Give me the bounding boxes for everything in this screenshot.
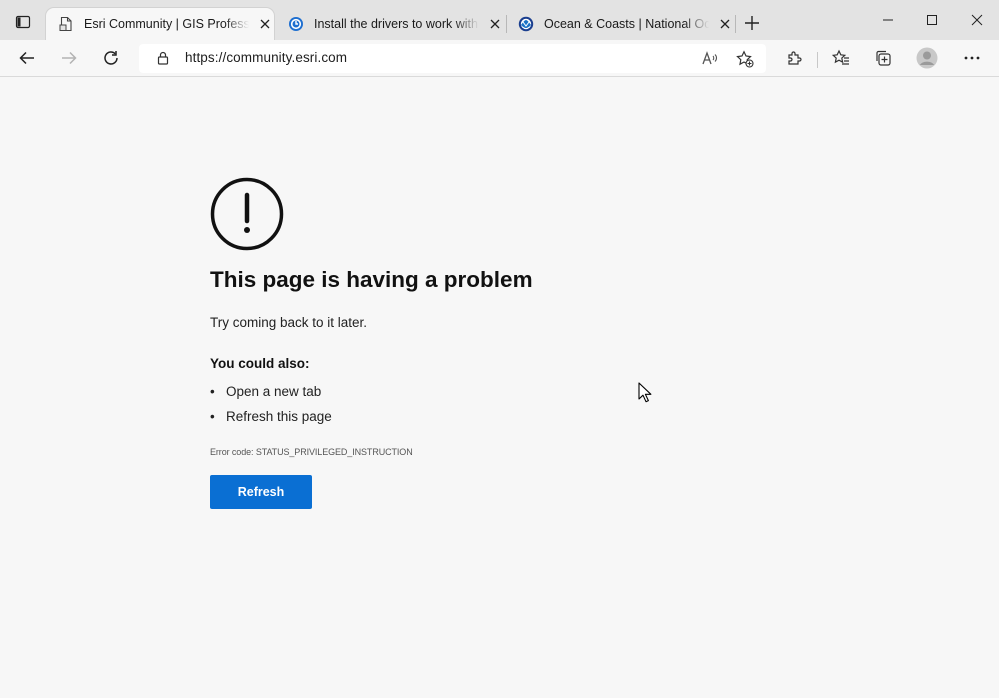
tab-esri-community[interactable]: Esri Community | GIS Professiona <box>46 8 274 40</box>
read-aloud-icon[interactable] <box>700 49 720 69</box>
noaa-logo-icon <box>518 16 534 32</box>
tab-title: Ocean & Coasts | National Ocean <box>544 17 709 31</box>
new-tab-icon[interactable] <box>740 11 764 35</box>
mouse-cursor-icon <box>638 382 652 403</box>
tab-install-drivers[interactable]: Install the drivers to work with M <box>276 8 504 40</box>
error-code: Error code: STATUS_PRIVILEGED_INSTRUCTIO… <box>210 447 413 457</box>
tab-title: Install the drivers to work with M <box>314 17 479 31</box>
suggestion-text: Open a new tab <box>226 384 322 399</box>
extensions-icon[interactable] <box>780 44 810 72</box>
address-bar[interactable]: https://community.esri.com <box>139 44 766 73</box>
tab-strip: Esri Community | GIS Professiona Install… <box>0 0 999 40</box>
forward-icon[interactable] <box>54 44 84 72</box>
globe-blue-icon <box>288 16 304 32</box>
page-icon <box>58 16 74 32</box>
browser-toolbar: https://community.esri.com <box>0 40 999 77</box>
tab-close-icon[interactable] <box>717 16 733 32</box>
close-window-icon[interactable] <box>955 0 999 40</box>
error-subtitle: Try coming back to it later. <box>210 315 368 330</box>
tab-close-icon[interactable] <box>487 16 503 32</box>
browser-window: Esri Community | GIS Professiona Install… <box>0 0 999 698</box>
toolbar-separator <box>817 52 818 68</box>
minimize-icon[interactable] <box>866 0 910 40</box>
reload-icon[interactable] <box>96 44 126 72</box>
tab-separator <box>735 15 736 33</box>
maximize-icon[interactable] <box>910 0 954 40</box>
tab-close-icon[interactable] <box>257 16 273 32</box>
url-text[interactable]: https://community.esri.com <box>185 50 347 65</box>
error-title: This page is having a problem <box>210 267 533 292</box>
bullet: • <box>210 384 215 399</box>
lock-icon[interactable] <box>155 50 171 66</box>
back-icon[interactable] <box>12 44 42 72</box>
bullet: • <box>210 409 215 424</box>
tab-title: Esri Community | GIS Professiona <box>84 17 249 31</box>
profile-avatar-icon[interactable] <box>912 44 942 72</box>
error-page: This page is having a problem Try coming… <box>0 77 999 698</box>
refresh-button[interactable]: Refresh <box>210 475 312 509</box>
more-options-icon[interactable] <box>957 44 987 72</box>
suggestion-text: Refresh this page <box>226 409 332 424</box>
tab-ocean-coasts[interactable]: Ocean & Coasts | National Ocean <box>506 8 734 40</box>
error-exclamation-icon <box>210 177 284 251</box>
add-favorite-icon[interactable] <box>735 49 755 69</box>
collections-icon[interactable] <box>868 44 898 72</box>
tab-actions-icon[interactable] <box>10 9 36 35</box>
suggestions-heading: You could also: <box>210 356 310 371</box>
favorites-icon[interactable] <box>826 44 856 72</box>
